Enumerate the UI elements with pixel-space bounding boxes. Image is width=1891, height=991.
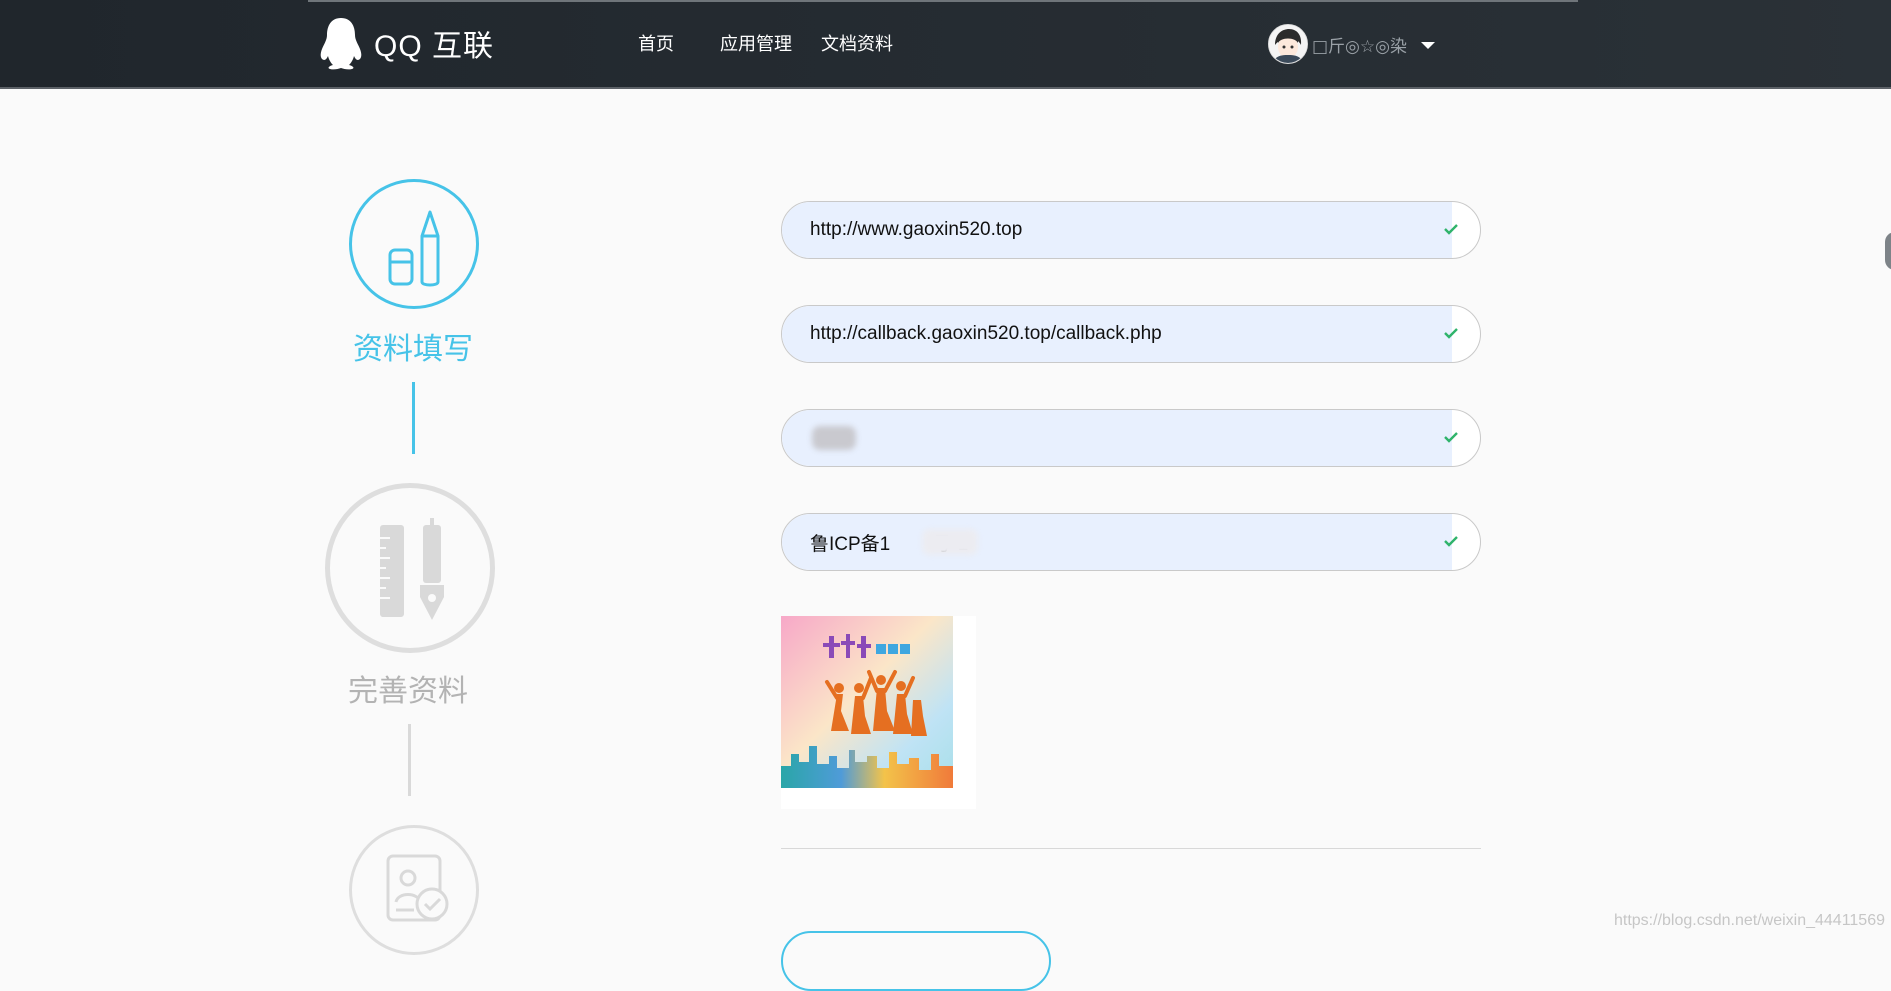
nav-link-docs[interactable]: 文档资料 [821, 30, 893, 56]
check-icon [1444, 224, 1458, 235]
name-input[interactable] [810, 410, 1410, 466]
school-season-banner-image [781, 616, 953, 788]
top-navbar: QQ 互联 首页 应用管理 文档资料 □斤◎☆◎染 [0, 0, 1891, 89]
nav-link-home[interactable]: 首页 [638, 30, 674, 56]
check-icon [1444, 432, 1458, 443]
step-connector-1 [412, 382, 415, 454]
app-image-upload[interactable] [781, 616, 976, 809]
website-url-input[interactable] [810, 202, 1410, 258]
website-url-field[interactable] [781, 201, 1481, 259]
icp-number-input[interactable] [810, 514, 1410, 570]
user-menu[interactable]: □斤◎☆◎染 [1268, 24, 1435, 64]
step-3-icon [349, 825, 479, 955]
next-step-button[interactable] [781, 931, 1051, 991]
side-floating-tab[interactable] [1885, 232, 1891, 270]
check-icon [1444, 536, 1458, 547]
step-2-label: 完善资料 [348, 674, 468, 709]
redacted-text [922, 529, 978, 555]
caret-down-icon[interactable] [1420, 41, 1435, 49]
check-icon [1444, 328, 1458, 339]
step-1-label: 资料填写 [353, 332, 473, 367]
username: □斤◎☆◎染 [1312, 36, 1407, 57]
penguin-icon [320, 18, 362, 70]
step-connector-2 [408, 724, 411, 796]
step-1-icon [349, 179, 479, 309]
redacted-text [812, 426, 856, 450]
avatar-portrait-icon [1269, 25, 1307, 63]
document-check-icon [386, 854, 449, 922]
navbar-top-border [308, 0, 1578, 2]
ruler-pen-icon [380, 518, 444, 620]
icp-number-field[interactable] [781, 513, 1481, 571]
logo-text: QQ 互联 [374, 30, 495, 63]
avatar[interactable] [1268, 24, 1308, 64]
qq-connect-logo[interactable]: QQ 互联 [318, 16, 494, 70]
form-divider [781, 848, 1481, 849]
pencil-eraser-icon [388, 210, 440, 287]
callback-url-field[interactable] [781, 305, 1481, 363]
watermark: https://blog.csdn.net/weixin_44411569 [1613, 912, 1885, 929]
name-field[interactable] [781, 409, 1481, 467]
nav-link-app-management[interactable]: 应用管理 [720, 30, 792, 56]
step-2-icon [325, 483, 495, 653]
callback-url-input[interactable] [810, 306, 1410, 362]
